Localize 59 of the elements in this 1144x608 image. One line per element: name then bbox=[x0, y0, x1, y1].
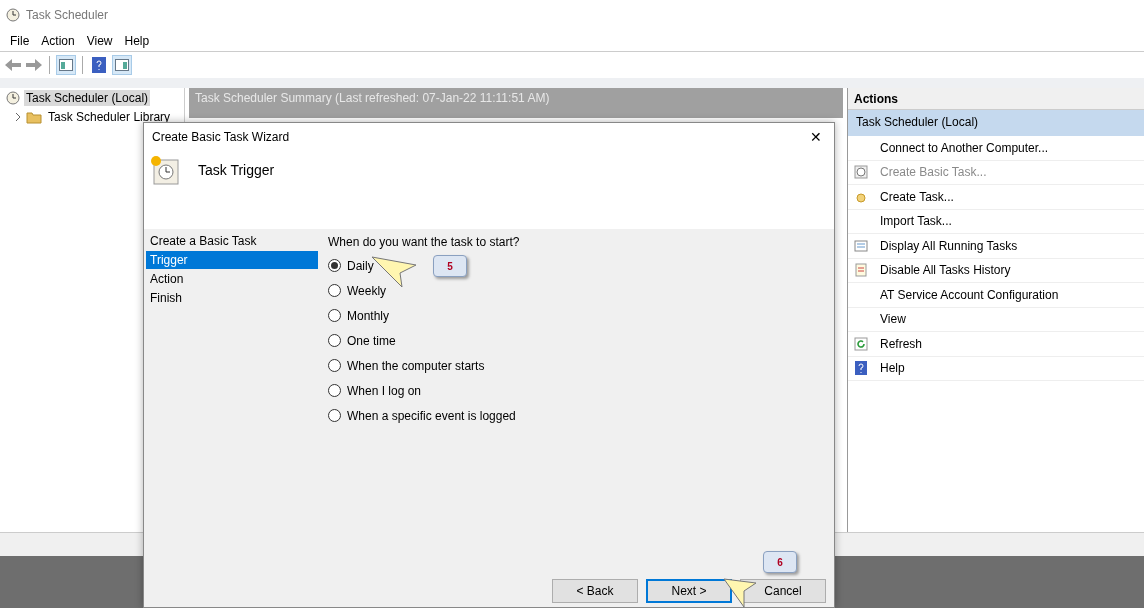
menu-item[interactable]: File bbox=[6, 33, 34, 48]
dialog-heading: Task Trigger bbox=[198, 162, 275, 178]
back-arrow-icon[interactable] bbox=[4, 58, 22, 72]
dialog-button[interactable]: Cancel bbox=[740, 579, 826, 603]
actions-pane-command[interactable]: Connect to Another Computer... bbox=[848, 136, 1144, 161]
help-icon bbox=[854, 361, 868, 376]
tree-item[interactable]: Task Scheduler Library bbox=[46, 109, 173, 125]
actions-pane-command[interactable]: Create Task... bbox=[848, 185, 1144, 210]
menu-item[interactable]: View bbox=[82, 33, 117, 48]
calendar-clock-icon bbox=[150, 155, 180, 185]
radio-option[interactable]: One time bbox=[328, 332, 396, 349]
menu-item[interactable]: Action bbox=[37, 33, 79, 48]
radio-option[interactable]: When I log on bbox=[328, 382, 422, 399]
dialog-button[interactable]: Next > bbox=[646, 579, 732, 603]
actions-pane-command[interactable]: Help bbox=[848, 356, 1144, 381]
tree-item[interactable]: Task Scheduler (Local) bbox=[24, 90, 151, 106]
list-icon bbox=[854, 238, 868, 253]
step-number-badge: 5 bbox=[433, 255, 467, 277]
actions-pane-command[interactable]: AT Service Account Configuration bbox=[848, 283, 1144, 308]
actions-pane-command[interactable]: View bbox=[848, 307, 1144, 332]
radio-option[interactable]: When a specific event is logged bbox=[328, 407, 516, 424]
actions-pane-command[interactable]: Import Task... bbox=[848, 209, 1144, 234]
actions-title: Actions bbox=[848, 88, 1144, 110]
radio[interactable] bbox=[328, 359, 341, 372]
actions-section-header: Task Scheduler (Local) bbox=[848, 110, 1144, 136]
close-button[interactable]: ✕ bbox=[806, 129, 826, 145]
radio[interactable] bbox=[328, 284, 341, 297]
refresh-icon bbox=[854, 336, 868, 351]
wizard-step: Finish bbox=[146, 289, 318, 307]
radio-option[interactable]: Weekly bbox=[328, 282, 387, 299]
radio-option[interactable]: When the computer starts bbox=[328, 357, 485, 374]
step-number-badge: 6 bbox=[763, 551, 797, 573]
action-pane-icon[interactable] bbox=[112, 55, 132, 75]
dialog-title: Create Basic Task Wizard bbox=[152, 130, 290, 144]
radio[interactable] bbox=[328, 309, 341, 322]
radio[interactable] bbox=[328, 334, 341, 347]
question-text: When do you want the task to start? bbox=[328, 235, 521, 249]
wizard-step: Create a Basic Task bbox=[146, 232, 318, 250]
radio[interactable] bbox=[328, 384, 341, 397]
radio-selected[interactable] bbox=[328, 259, 341, 272]
radio[interactable] bbox=[328, 409, 341, 422]
window-title: Task Scheduler bbox=[26, 8, 109, 22]
summary-header: Task Scheduler Summary (Last refreshed: 07-Jan-22 11:11:51 AM) bbox=[189, 88, 843, 118]
forward-arrow-icon[interactable] bbox=[25, 58, 43, 72]
actions-pane-command[interactable]: Display All Running Tasks bbox=[848, 234, 1144, 259]
radio-option[interactable]: Daily bbox=[328, 257, 374, 274]
pointer-callout-icon bbox=[722, 577, 758, 608]
radio-option[interactable]: Monthly bbox=[328, 307, 390, 324]
actions-pane-command[interactable]: Disable All Tasks History bbox=[848, 258, 1144, 283]
notepad-icon bbox=[854, 263, 868, 278]
dialog-button[interactable]: < Back bbox=[552, 579, 638, 603]
console-tree-icon[interactable] bbox=[56, 55, 76, 75]
help-icon[interactable] bbox=[89, 55, 109, 75]
actions-pane-command[interactable]: Refresh bbox=[848, 332, 1144, 357]
chevron-right-icon[interactable] bbox=[14, 112, 22, 122]
folder-icon bbox=[26, 110, 42, 124]
menu-item[interactable]: Help bbox=[120, 33, 154, 48]
wizard-step: Trigger bbox=[146, 251, 318, 269]
wizard-step: Action bbox=[146, 270, 318, 288]
